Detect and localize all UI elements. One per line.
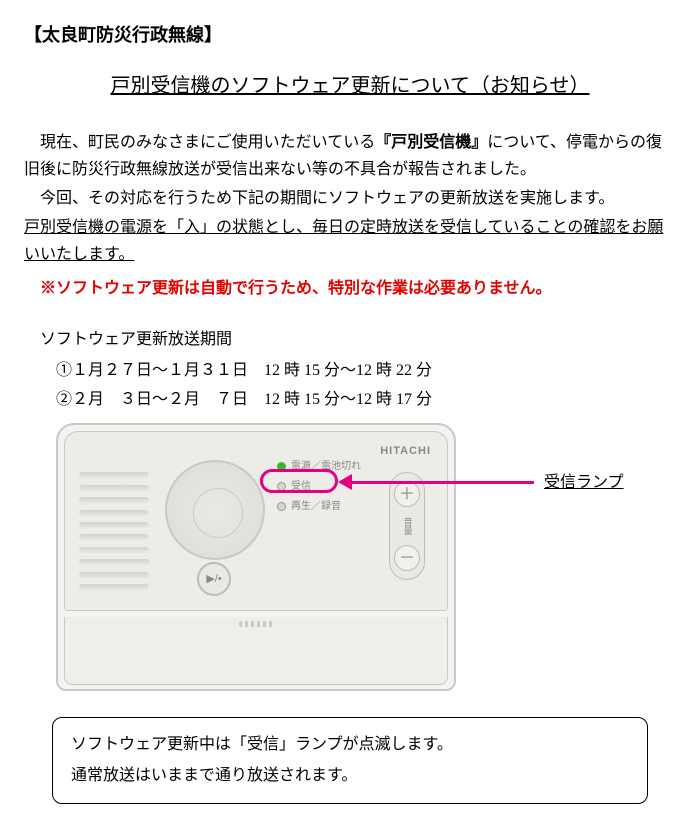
play-led-icon: [277, 502, 286, 511]
callout-arrow-head-icon: [338, 474, 352, 490]
device-illustration: HITACHI ▶/• 電源／電池切れ 受信 再生／録音 ＋ 音量 － 受信ラン…: [56, 423, 656, 703]
device-base: [64, 617, 448, 685]
speaker-icon: [165, 460, 265, 560]
para1-pre: 現在、町民のみなさまにご使用いただいている: [40, 134, 375, 151]
device-body: HITACHI ▶/• 電源／電池切れ 受信 再生／録音 ＋ 音量 －: [56, 423, 456, 691]
callout-arrow-line: [344, 481, 534, 484]
paragraph-1: 現在、町民のみなさまにご使用いただいている『戸別受信機』について、停電からの復旧…: [24, 129, 676, 183]
device-brand-label: HITACHI: [380, 442, 431, 461]
paragraph-2: 今回、その対応を行うため下記の期間にソフトウェアの更新放送を実施します。: [24, 185, 676, 212]
play-record-button: ▶/•: [197, 562, 231, 596]
schedule-heading: ソフトウェア更新放送期間: [24, 326, 676, 353]
info-box-line-1: ソフトウェア更新中は「受信」ランプが点滅します。: [71, 730, 629, 760]
schedule-line-2: ②２月 ３日～２月 ７日 12 時 15 分～12 時 17 分: [24, 386, 676, 413]
info-box: ソフトウェア更新中は「受信」ランプが点滅します。 通常放送はいままで通り放送され…: [52, 717, 648, 804]
volume-label: 音量: [399, 517, 414, 535]
device-top-panel: HITACHI ▶/• 電源／電池切れ 受信 再生／録音 ＋ 音量 －: [64, 431, 448, 611]
volume-up-icon: ＋: [394, 481, 420, 507]
document-header-tag: 【太良町防災行政無線】: [24, 20, 676, 51]
volume-down-icon: －: [394, 545, 420, 571]
info-box-line-2: 通常放送はいままで通り放送されます。: [71, 761, 629, 791]
document-title: 戸別受信機のソフトウェア更新について（お知らせ）: [24, 69, 676, 103]
callout-label: 受信ランプ: [544, 469, 624, 496]
note-red: ※ソフトウェア更新は自動で行うため、特別な作業は必要ありません。: [24, 275, 676, 302]
receive-highlight-ring: [260, 469, 338, 493]
schedule-line-1: ①１月２７日～１月３１日 12 時 15 分～12 時 22 分: [24, 357, 676, 384]
led-play-label: 再生／録音: [291, 498, 341, 515]
vent-grille: [79, 472, 149, 590]
volume-control: ＋ 音量 －: [389, 472, 425, 580]
led-play-row: 再生／録音: [277, 496, 361, 516]
paragraph-3-underlined: 戸別受信機の電源を「入」の状態とし、毎日の定時放送を受信していることの確認をお願…: [24, 214, 676, 268]
para1-bold: 『戸別受信機』: [375, 134, 487, 151]
